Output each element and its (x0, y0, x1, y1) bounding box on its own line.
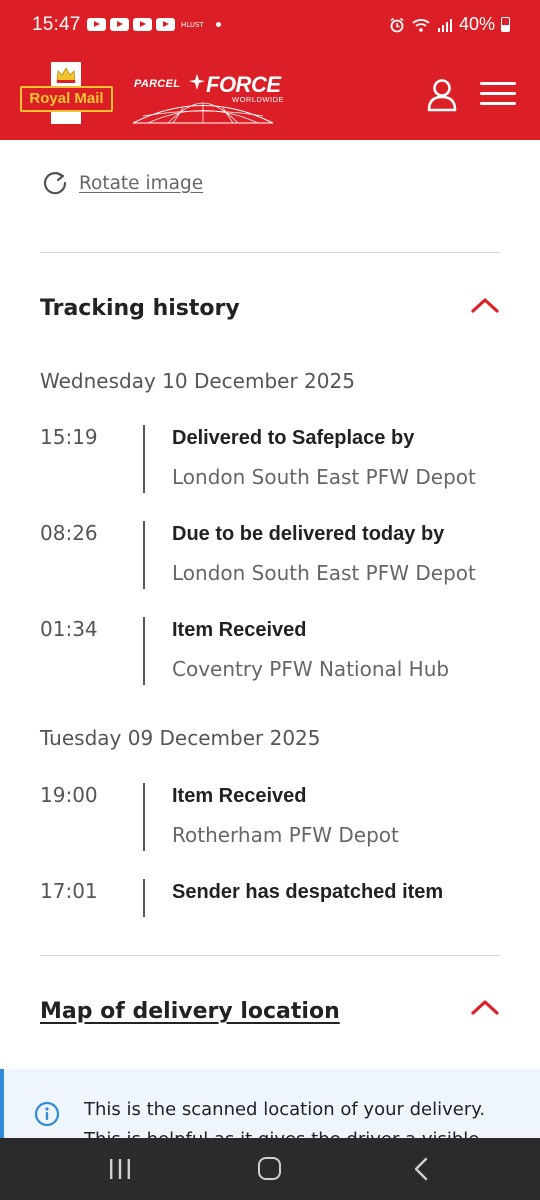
hamburger-menu-icon[interactable] (480, 82, 516, 106)
globe-icon (132, 102, 274, 124)
rotate-icon (43, 171, 67, 195)
info-text-line: This is the scanned location of your del… (84, 1099, 486, 1120)
tracking-history-title[interactable]: Tracking history (40, 296, 240, 321)
event-title: Due to be delivered today by (172, 523, 445, 545)
timeline-line (143, 783, 145, 851)
more-notifications-dot-icon (215, 22, 221, 27)
tracking-event: 08:26 Due to be delivered today by Londo… (40, 521, 510, 591)
app-header: Royal Mail PARCEL FORCE WORLDWIDE (0, 46, 540, 140)
tracking-event: 17:01 Sender has despatched item (40, 879, 510, 919)
battery-icon (501, 17, 510, 32)
youtube-notification-icon (110, 18, 129, 31)
event-location: Rotherham PFW Depot (172, 823, 399, 847)
rotate-image-label: Rotate image (79, 172, 204, 194)
status-time: 15:47 (32, 14, 81, 35)
collapse-chevron-icon[interactable] (470, 998, 500, 1016)
timeline-line (143, 425, 145, 493)
event-title: Item Received (172, 619, 307, 641)
map-info-box: This is the scanned location of your del… (0, 1069, 540, 1138)
tracking-event: 19:00 Item Received Rotherham PFW Depot (40, 783, 510, 853)
event-time: 19:00 (40, 783, 98, 807)
rotate-image-link[interactable]: Rotate image (42, 170, 203, 196)
battery-percentage: 40% (458, 14, 495, 34)
tracking-event: 01:34 Item Received Coventry PFW Nationa… (40, 617, 510, 687)
timeline-line (143, 617, 145, 685)
status-right: 40% (389, 14, 510, 35)
info-icon (34, 1101, 60, 1127)
event-location: Coventry PFW National Hub (172, 657, 450, 681)
timeline-line (143, 879, 145, 917)
tracking-date-heading: Tuesday 09 December 2025 (40, 726, 321, 750)
youtube-notification-icon (133, 18, 152, 31)
divider (40, 955, 500, 956)
parcelforce-logo[interactable]: PARCEL FORCE WORLDWIDE (128, 70, 288, 126)
event-location: London South East PFW Depot (172, 561, 476, 585)
signal-icon (437, 18, 452, 32)
collapse-chevron-icon[interactable] (470, 296, 500, 314)
event-time: 17:01 (40, 879, 98, 903)
event-time: 15:19 (40, 425, 98, 449)
crown-icon (56, 67, 76, 83)
recents-icon[interactable] (108, 1158, 132, 1180)
status-bar: 15:47 HLUST 40% (0, 0, 540, 46)
royal-mail-logo[interactable]: Royal Mail (20, 62, 114, 124)
event-time: 01:34 (40, 617, 98, 641)
alarm-icon (390, 17, 404, 32)
account-icon[interactable] (426, 78, 458, 112)
system-navigation-bar (0, 1138, 540, 1200)
back-icon[interactable] (412, 1157, 430, 1181)
event-title: Delivered to Safeplace by (172, 427, 415, 449)
notification-icons: HLUST (87, 18, 221, 31)
tracking-date-heading: Wednesday 10 December 2025 (40, 369, 355, 393)
home-icon[interactable] (258, 1157, 281, 1180)
event-time: 08:26 (40, 521, 98, 545)
event-location: London South East PFW Depot (172, 465, 476, 489)
info-text-line: This is helpful as it gives the driver a… (84, 1129, 479, 1138)
event-title: Item Received (172, 785, 307, 807)
tracking-event: 15:19 Delivered to Safeplace by London S… (40, 425, 510, 495)
youtube-notification-icon (87, 18, 106, 31)
star-icon (189, 74, 205, 90)
map-of-delivery-location-title[interactable]: Map of delivery location (40, 999, 340, 1024)
youtube-notification-icon (156, 18, 175, 31)
wifi-icon (412, 18, 430, 32)
notification-app-label: HLUST (181, 20, 204, 29)
parcelforce-wordmark-parcel: PARCEL (134, 78, 181, 90)
divider (40, 252, 500, 253)
event-title: Sender has despatched item (172, 881, 444, 903)
timeline-line (143, 521, 145, 589)
royal-mail-wordmark: Royal Mail (20, 86, 113, 112)
